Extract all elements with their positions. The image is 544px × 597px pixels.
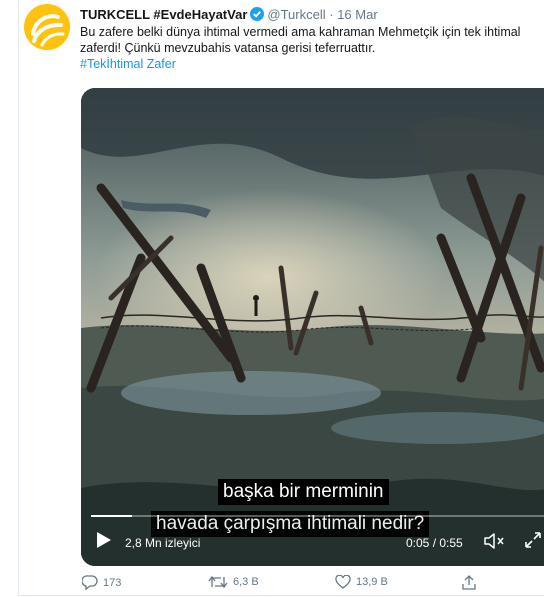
author-handle[interactable]: @Turkcell — [267, 7, 325, 22]
reply-button[interactable]: 173 — [82, 575, 121, 590]
tweet-header: TURKCELL #EvdeHayatVar @Turkcell · 16 Mar — [80, 7, 378, 24]
separator: · — [329, 7, 334, 22]
share-button[interactable] — [462, 575, 476, 590]
retweet-icon — [208, 575, 228, 589]
like-count: 13,9 B — [356, 576, 388, 588]
tweet-date[interactable]: 16 Mar — [337, 7, 377, 22]
like-icon — [335, 575, 351, 589]
reply-count: 173 — [103, 576, 122, 589]
video-progress-fill — [91, 515, 133, 517]
view-count: 2,8 Mn izleyici — [125, 536, 201, 550]
tweet-body: Bu zafere belki dünya ihtimal vermedi am… — [80, 25, 521, 55]
fullscreen-icon[interactable] — [524, 531, 542, 554]
reply-icon — [82, 575, 98, 590]
retweet-button[interactable]: 6,3 B — [208, 575, 259, 589]
author-name[interactable]: TURKCELL #EvdeHayatVar — [80, 7, 247, 22]
tweet-actions: 173 6,3 B 13,9 B — [0, 575, 544, 593]
share-icon — [462, 575, 476, 590]
retweet-count: 6,3 B — [233, 576, 259, 588]
hashtag-link[interactable]: #Tekİhtimal Zafer — [80, 57, 176, 71]
play-icon[interactable] — [96, 531, 112, 554]
video-progress-bar[interactable] — [91, 515, 544, 517]
tweet-text: Bu zafere belki dünya ihtimal vermedi am… — [80, 24, 535, 72]
like-button[interactable]: 13,9 B — [335, 575, 388, 589]
turkcell-avatar[interactable] — [24, 4, 70, 50]
video-player[interactable]: başka bir merminin havada çarpışma ihtim… — [81, 88, 544, 566]
turkcell-logo-icon — [24, 4, 70, 50]
verified-badge-icon — [250, 7, 265, 24]
subtitle-line-1: başka bir merminin — [218, 479, 389, 505]
video-time: 0:05 / 0:55 — [406, 536, 463, 550]
volume-icon[interactable] — [484, 533, 506, 554]
